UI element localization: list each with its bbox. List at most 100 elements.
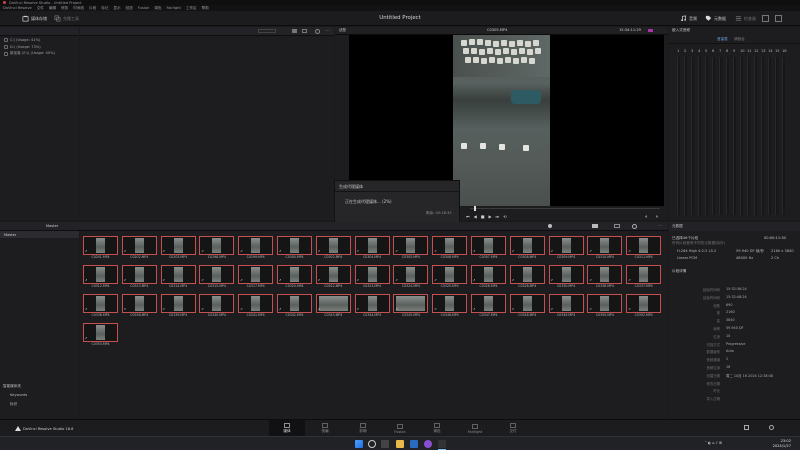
menu-item[interactable]: 编辑 <box>49 6 56 11</box>
metadata-value[interactable]: Auto <box>726 349 734 353</box>
menu-item[interactable]: DaVinci Resolve <box>3 6 32 10</box>
playhead[interactable] <box>474 206 476 211</box>
clip-thumbnail[interactable]: ⇗ C0325.MP4 <box>432 265 468 289</box>
clip-thumbnail[interactable]: ⇗ C0349.MP4 <box>548 294 584 318</box>
list-view-icon[interactable] <box>302 29 307 33</box>
tab-mixer[interactable]: 调音台 <box>734 37 745 42</box>
page-tab-6[interactable]: 交付 <box>500 421 526 436</box>
settings-icon[interactable] <box>775 15 782 22</box>
flag-icon[interactable] <box>648 29 653 32</box>
clip-thumbnail[interactable]: ⇗ C0304.MP4 <box>354 236 390 260</box>
grid-view-icon[interactable] <box>292 29 297 33</box>
grid-view-icon[interactable] <box>592 224 598 228</box>
metadata-value[interactable]: 10 <box>726 334 730 338</box>
clip-thumbnail[interactable]: ⇗ C0326.MP4 <box>471 265 506 289</box>
bin-master[interactable]: Master <box>0 231 79 238</box>
menu-item[interactable]: 帮助 <box>202 6 209 11</box>
go-to-end-icon[interactable]: ⏭ <box>496 214 500 219</box>
clip-thumbnail[interactable]: ⇗ C0298.MP4 <box>199 236 235 260</box>
project-settings-icon[interactable] <box>769 425 774 430</box>
stop-icon[interactable]: ■ <box>481 214 485 219</box>
tray-icons[interactable]: ˄ ◐ ⌂ ♪ ⊞ <box>705 441 722 445</box>
page-tab-2[interactable]: 剪辑 <box>350 421 376 436</box>
clip-thumbnail[interactable]: ⇗ C0330.MP4 <box>548 265 584 289</box>
metadata-value[interactable]: 2 <box>726 357 728 361</box>
drive-item[interactable]: D:\ (Usage: 73%) <box>0 43 79 50</box>
tab-audio-meters[interactable]: 音量表 <box>717 37 728 42</box>
search-icon[interactable] <box>632 224 637 229</box>
clip-thumbnail[interactable]: ⇗ C0302.MP4 <box>315 236 351 260</box>
menu-item[interactable]: Fairlight <box>166 6 180 10</box>
metadata-value[interactable]: 16 <box>726 365 730 369</box>
menu-item[interactable]: 修剪 <box>61 6 68 11</box>
clock-time[interactable]: 23:02 <box>771 439 791 443</box>
clone-tool-button[interactable]: 克隆工具 <box>54 14 79 23</box>
zoom-slider[interactable] <box>258 29 276 33</box>
start-icon[interactable] <box>355 440 363 448</box>
clip-thumbnail[interactable]: ⇗ C0315.MP4 <box>199 265 235 289</box>
clip-thumbnail[interactable]: ⇗ C0202.MP4 <box>121 236 157 260</box>
clip-thumbnail[interactable]: ⇗ C0338.MP4 <box>83 294 118 318</box>
metadata-value[interactable]: 15:32:36:24 <box>726 287 747 291</box>
search-icon[interactable] <box>368 440 376 448</box>
media-storage-button[interactable]: 媒体存储 <box>22 14 47 23</box>
metadata-button[interactable]: 元数据 <box>705 14 726 23</box>
page-tab-1[interactable]: 快编 <box>312 421 338 436</box>
clip-thumbnail[interactable]: ⇗ C0342.MP4 <box>277 294 312 318</box>
menu-item[interactable]: 回放 <box>126 6 133 11</box>
smart-bin-item[interactable]: 标识 <box>10 402 17 407</box>
menu-item[interactable]: 显示 <box>113 6 120 11</box>
step-back-icon[interactable]: ◀ <box>474 214 477 219</box>
clock-date[interactable]: 2024/1/27 <box>767 444 791 448</box>
sort-icon[interactable] <box>614 224 620 228</box>
page-tab-3[interactable]: Fusion <box>387 421 413 436</box>
clip-thumbnail[interactable]: ⇗ C0310.MP4 <box>587 236 623 260</box>
clip-thumbnail[interactable]: ⇗ C0336.MP4 <box>587 265 623 289</box>
drive-item[interactable]: C:\ (Usage: 41%) <box>0 36 79 43</box>
clip-thumbnail[interactable]: ⇗ C0299.MP4 <box>238 236 274 260</box>
clip-thumbnail[interactable]: ⇗ C0314.MP4 <box>160 265 196 289</box>
page-tab-4[interactable]: 调色 <box>424 421 450 436</box>
metadata-value[interactable]: 59.940 DF <box>726 326 744 330</box>
mark-out-icon[interactable]: ⏵ <box>656 214 658 219</box>
menu-item[interactable]: 片段 <box>89 6 96 11</box>
clip-thumbnail[interactable]: ⇗ C0341.MP4 <box>238 294 274 318</box>
file-explorer-icon[interactable] <box>396 440 404 448</box>
play-icon[interactable]: ▶ <box>488 214 491 219</box>
clip-thumbnail[interactable]: ⇗ C0313.MP4 <box>121 265 157 289</box>
mark-in-icon[interactable]: ⏴ <box>645 214 647 219</box>
menu-item[interactable]: 时间线 <box>73 6 84 11</box>
menu-item[interactable]: 标记 <box>101 6 108 11</box>
page-tab-0[interactable]: 媒体 <box>274 421 300 436</box>
metadata-value[interactable]: 周二 10月 16 2024 12:38:08 <box>726 373 773 378</box>
clip-thumbnail[interactable]: ⇗ C0311.MP4 <box>626 236 662 260</box>
page-tab-5[interactable]: Fairlight <box>462 421 488 436</box>
clip-thumbnail[interactable]: ⇗ C0317.MP4 <box>238 265 274 289</box>
menu-item[interactable]: 文件 <box>37 6 44 11</box>
clip-thumbnail[interactable]: ⇗ C0347.MP4 <box>471 294 506 318</box>
davinci-taskbar-icon[interactable] <box>438 440 446 448</box>
clip-thumbnail[interactable]: ⇗ C0305.MP4 <box>393 236 429 260</box>
clip-thumbnail[interactable]: ⇗ C0203.MP4 <box>160 236 196 260</box>
go-to-start-icon[interactable]: ⏮ <box>466 214 470 219</box>
metadata-value[interactable]: 2160 <box>726 310 735 314</box>
search-icon[interactable] <box>315 29 320 34</box>
clip-thumbnail[interactable]: ⇗ C0338.MP4 <box>121 294 157 318</box>
clip-thumbnail[interactable]: ⇗ C0350.MP4 <box>587 294 623 318</box>
fit-mode-dropdown[interactable]: 适配 <box>339 28 346 33</box>
clip-thumbnail[interactable]: ⇗ C0322.MP4 <box>315 265 351 289</box>
clip-thumbnail[interactable]: ⇗ C0348.MP4 <box>509 294 545 318</box>
clip-thumbnail[interactable]: ⇗ C0346.MP4 <box>432 294 468 318</box>
clip-thumbnail[interactable]: ⇗ C0308.MP4 <box>509 236 545 260</box>
menu-item[interactable]: 调色 <box>154 6 161 11</box>
clip-thumbnail[interactable]: ⇗ C0201.MP4 <box>83 236 118 260</box>
clip-thumbnail[interactable]: ⇗ C0323.MP4 <box>354 265 390 289</box>
metadata-value[interactable]: 690 <box>726 303 732 307</box>
inspector-button[interactable]: 检查器 <box>735 14 756 23</box>
clip-thumbnail[interactable]: ⇗ C0306.MP4 <box>432 236 468 260</box>
smart-bin-item[interactable]: Keywords <box>10 393 27 397</box>
clip-thumbnail[interactable]: ⇗ C0345.MP4 <box>393 294 429 318</box>
more-options-icon[interactable]: ··· <box>658 223 662 228</box>
zoom-dot-icon[interactable] <box>548 224 552 228</box>
clip-thumbnail[interactable]: ⇗ C0344.MP4 <box>354 294 390 318</box>
